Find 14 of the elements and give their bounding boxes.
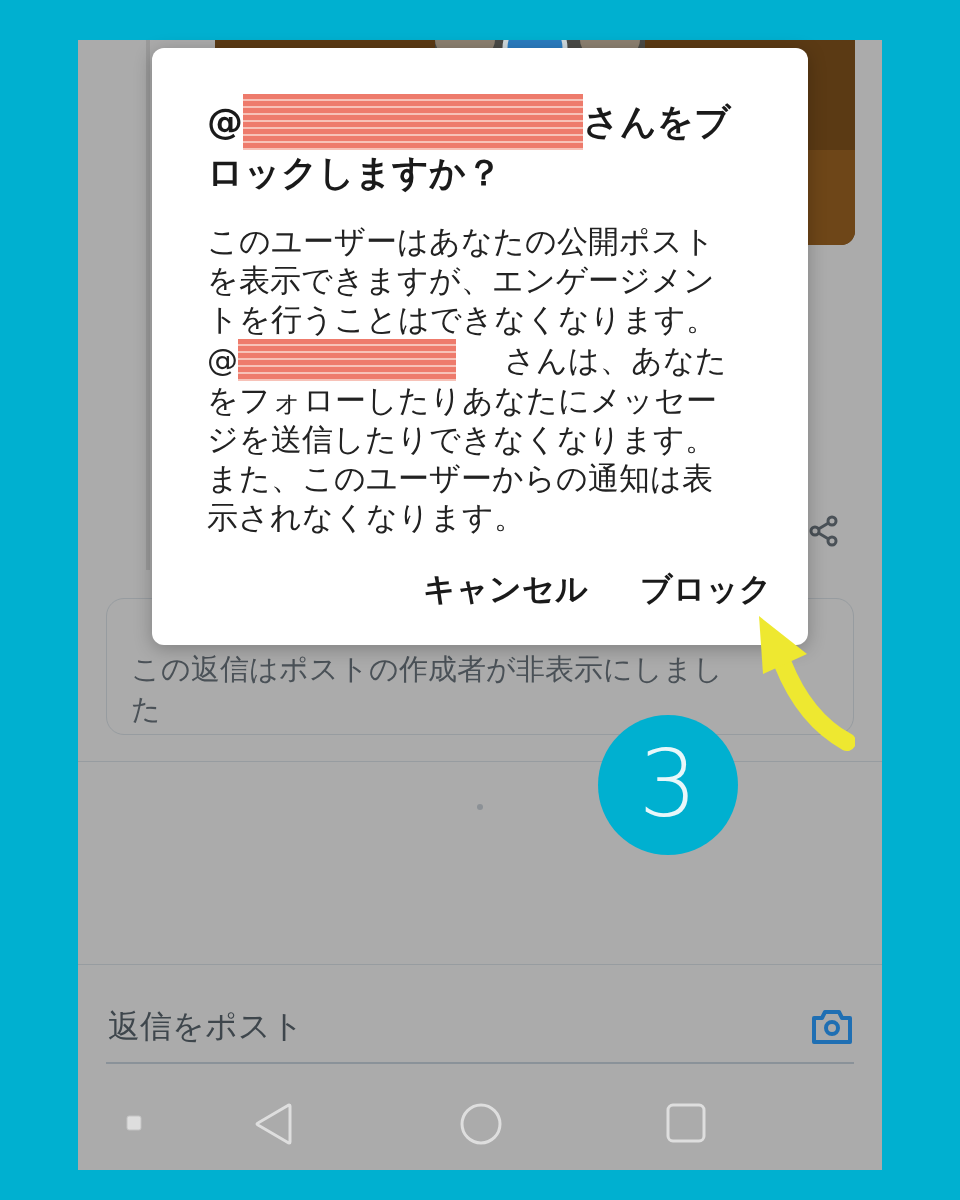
dialog-message: このユーザーはあなたの公開ポストを表示できますが、エンゲージメントを行うことはできなくなります。	[207, 222, 718, 339]
dialog-message: をフォローしたりあなたにメッセージを送信したりできなくなります。また、このユーザーからの通知は表示されなくなります。	[207, 381, 718, 537]
dialog-message: さんは、あなた	[504, 340, 727, 380]
loading-dot	[477, 804, 483, 810]
recents-icon[interactable]	[666, 1103, 706, 1143]
home-icon[interactable]	[460, 1103, 502, 1145]
back-icon[interactable]	[254, 1103, 294, 1145]
at-sign: @	[207, 100, 243, 144]
notification-icon	[126, 1115, 142, 1131]
at-sign: @	[207, 340, 238, 380]
share-icon[interactable]	[808, 515, 840, 547]
dialog-title: さんをブ	[583, 100, 731, 144]
dialog-title: ロックしますか？	[207, 151, 503, 195]
reply-field[interactable]: 返信をポスト	[106, 1001, 810, 1051]
